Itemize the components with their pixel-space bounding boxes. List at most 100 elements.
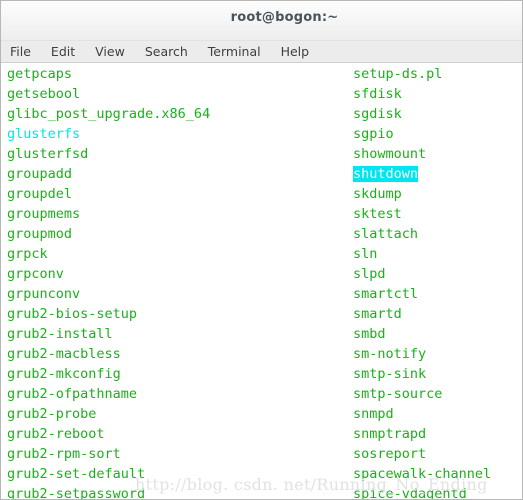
- command-entry[interactable]: getpcaps: [7, 66, 72, 82]
- terminal-line: smbd: [353, 324, 491, 344]
- terminal-line: getpcaps: [7, 64, 210, 84]
- command-entry[interactable]: groupmems: [7, 206, 80, 222]
- menu-item-edit[interactable]: Edit: [51, 42, 75, 62]
- menu-item-terminal[interactable]: Terminal: [208, 42, 261, 62]
- menu-bar: File Edit View Search Terminal Help: [1, 41, 522, 63]
- command-entry[interactable]: smartd: [353, 306, 402, 322]
- command-entry[interactable]: smtp-source: [353, 386, 442, 402]
- terminal-line: glusterfs: [7, 124, 210, 144]
- terminal-line: sm-notify: [353, 344, 491, 364]
- terminal-line: sln: [353, 244, 491, 264]
- terminal-line: sfdisk: [353, 84, 491, 104]
- command-entry[interactable]: slpd: [353, 266, 386, 282]
- terminal-line: grpconv: [7, 264, 210, 284]
- terminal-line: grub2-mkconfig: [7, 364, 210, 384]
- command-entry[interactable]: slattach: [353, 226, 418, 242]
- terminal-line: spice-vdagentd: [353, 484, 491, 499]
- command-entry[interactable]: snmpd: [353, 406, 394, 422]
- command-entry[interactable]: glibc_post_upgrade.x86_64: [7, 106, 210, 122]
- window-titlebar[interactable]: root@bogon:~: [1, 1, 522, 41]
- command-entry[interactable]: snmptrapd: [353, 426, 426, 442]
- terminal-window: root@bogon:~ File Edit View Search Termi…: [0, 0, 523, 500]
- terminal-line: showmount: [353, 144, 491, 164]
- command-entry[interactable]: grub2-macbless: [7, 346, 121, 362]
- terminal-line: glibc_post_upgrade.x86_64: [7, 104, 210, 124]
- command-entry[interactable]: glusterfs: [7, 126, 80, 142]
- menu-item-view[interactable]: View: [95, 42, 125, 62]
- command-entry[interactable]: grub2-reboot: [7, 426, 105, 442]
- menu-item-file[interactable]: File: [10, 42, 31, 62]
- terminal-line: groupmems: [7, 204, 210, 224]
- command-entry[interactable]: sktest: [353, 206, 402, 222]
- terminal-line: snmpd: [353, 404, 491, 424]
- menu-item-search[interactable]: Search: [145, 42, 188, 62]
- command-entry[interactable]: grpunconv: [7, 286, 80, 302]
- command-entry[interactable]: grub2-mkconfig: [7, 366, 121, 382]
- terminal-line: sgpio: [353, 124, 491, 144]
- command-entry[interactable]: sfdisk: [353, 86, 402, 102]
- command-list-right-column: setup-ds.pl sfdisk sgdisk sgpio showmount shu…: [353, 64, 491, 499]
- command-entry[interactable]: grub2-bios-setup: [7, 306, 137, 322]
- command-entry[interactable]: groupmod: [7, 226, 72, 242]
- command-entry[interactable]: sm-notify: [353, 346, 426, 362]
- terminal-line: grub2-reboot: [7, 424, 210, 444]
- command-entry[interactable]: sln: [353, 246, 377, 262]
- terminal-line: glusterfsd: [7, 144, 210, 164]
- terminal-line: grub2-macbless: [7, 344, 210, 364]
- terminal-line: groupdel: [7, 184, 210, 204]
- terminal-line: sosreport: [353, 444, 491, 464]
- menu-item-help[interactable]: Help: [281, 42, 310, 62]
- command-entry[interactable]: skdump: [353, 186, 402, 202]
- command-entry[interactable]: sgpio: [353, 126, 394, 142]
- command-entry[interactable]: getsebool: [7, 86, 80, 102]
- terminal-line: grpunconv: [7, 284, 210, 304]
- command-entry[interactable]: smtp-sink: [353, 366, 426, 382]
- command-entry[interactable]: grub2-install: [7, 326, 113, 342]
- terminal-output-area[interactable]: getpcaps getsebool glibc_post_upgrade.x86_…: [1, 63, 522, 499]
- command-entry[interactable]: grpconv: [7, 266, 64, 282]
- terminal-line: grub2-ofpathname: [7, 384, 210, 404]
- command-entry[interactable]: grub2-rpm-sort: [7, 446, 121, 462]
- terminal-line: skdump: [353, 184, 491, 204]
- command-entry[interactable]: smbd: [353, 326, 386, 342]
- terminal-line: snmptrapd: [353, 424, 491, 444]
- command-entry[interactable]: sgdisk: [353, 106, 402, 122]
- window-title: root@bogon:~: [230, 10, 339, 25]
- command-entry[interactable]: glusterfsd: [7, 146, 88, 162]
- terminal-line: smartd: [353, 304, 491, 324]
- command-entry[interactable]: grub2-setpassword: [7, 486, 145, 499]
- command-list-left-column: getpcaps getsebool glibc_post_upgrade.x86_…: [7, 64, 210, 499]
- terminal-line: groupmod: [7, 224, 210, 244]
- terminal-line: groupadd: [7, 164, 210, 184]
- terminal-line: grpck: [7, 244, 210, 264]
- terminal-line: setup-ds.pl: [353, 64, 491, 84]
- terminal-line: sgdisk: [353, 104, 491, 124]
- command-entry[interactable]: groupdel: [7, 186, 72, 202]
- command-entry[interactable]: smartctl: [353, 286, 418, 302]
- terminal-line: grub2-probe: [7, 404, 210, 424]
- terminal-line: grub2-setpassword: [7, 484, 210, 499]
- command-entry[interactable]: spice-vdagentd: [353, 486, 467, 499]
- command-entry[interactable]: setup-ds.pl: [353, 66, 442, 82]
- terminal-line: smtp-sink: [353, 364, 491, 384]
- command-entry[interactable]: grub2-ofpathname: [7, 386, 137, 402]
- terminal-line: spacewalk-channel: [353, 464, 491, 484]
- terminal-line: smtp-source: [353, 384, 491, 404]
- terminal-line: grub2-set-default: [7, 464, 210, 484]
- selected-command-entry[interactable]: shutdown: [353, 166, 419, 182]
- terminal-line: grub2-install: [7, 324, 210, 344]
- terminal-line: smartctl: [353, 284, 491, 304]
- command-entry[interactable]: grub2-probe: [7, 406, 96, 422]
- command-entry[interactable]: spacewalk-channel: [353, 466, 491, 482]
- command-entry[interactable]: groupadd: [7, 166, 72, 182]
- terminal-line: shutdown: [353, 164, 491, 184]
- terminal-line: getsebool: [7, 84, 210, 104]
- terminal-line: slpd: [353, 264, 491, 284]
- command-entry[interactable]: grub2-set-default: [7, 466, 145, 482]
- command-entry[interactable]: grpck: [7, 246, 48, 262]
- terminal-line: sktest: [353, 204, 491, 224]
- terminal-line: grub2-rpm-sort: [7, 444, 210, 464]
- command-entry[interactable]: showmount: [353, 146, 426, 162]
- terminal-line: slattach: [353, 224, 491, 244]
- command-entry[interactable]: sosreport: [353, 446, 426, 462]
